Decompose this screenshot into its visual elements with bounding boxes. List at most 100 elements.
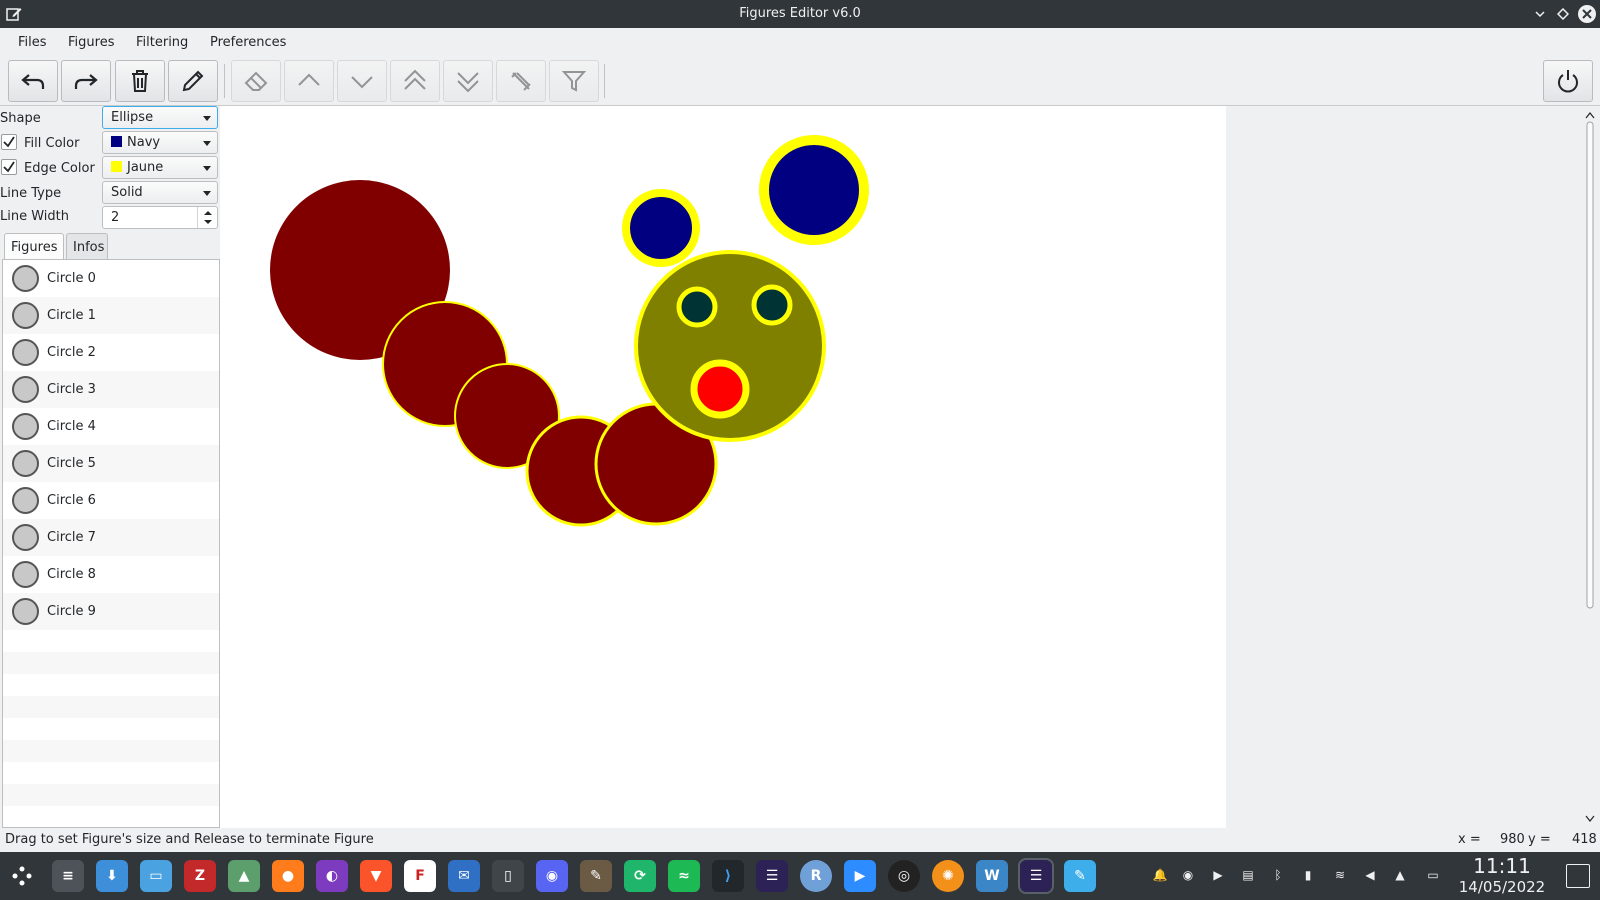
figure-circle-6[interactable] <box>622 189 700 267</box>
line-width-spinner[interactable]: 2 <box>102 206 218 229</box>
list-item[interactable]: Circle 6 <box>3 482 219 519</box>
tab-figures[interactable]: Figures <box>4 233 64 259</box>
edge-color-label: Edge Color <box>24 161 95 176</box>
list-item[interactable]: Circle 2 <box>3 334 219 371</box>
figure-circle-mouth[interactable] <box>690 359 750 419</box>
bluetooth-icon[interactable]: ᛒ <box>1270 868 1286 884</box>
redo-icon <box>74 74 98 89</box>
list-item[interactable]: Circle 0 <box>3 260 219 297</box>
drawing-canvas[interactable] <box>220 106 1226 828</box>
media-player-icon[interactable]: ▶ <box>1210 868 1226 884</box>
quit-button[interactable] <box>1543 60 1593 102</box>
firefox-icon[interactable]: ● <box>272 860 304 892</box>
shape-value: Ellipse <box>111 110 154 125</box>
checkmark-icon <box>3 161 15 173</box>
flashcards-icon[interactable]: F <box>404 860 436 892</box>
maximize-icon[interactable] <box>1554 5 1572 23</box>
orange-app-icon[interactable]: ✺ <box>932 860 964 892</box>
move-top-button[interactable] <box>390 60 440 102</box>
toolbar <box>0 56 1600 106</box>
circle-icon <box>12 413 39 440</box>
edit-button[interactable] <box>168 60 218 102</box>
list-item[interactable]: Circle 4 <box>3 408 219 445</box>
figure-circle-9[interactable] <box>751 284 793 326</box>
obs-icon[interactable]: ◎ <box>888 860 920 892</box>
image-viewer-icon[interactable]: ▲ <box>228 860 260 892</box>
list-item[interactable]: Circle 8 <box>3 556 219 593</box>
circle-icon <box>12 487 39 514</box>
zoom-icon[interactable]: ▶ <box>844 860 876 892</box>
edge-color-checkbox[interactable] <box>1 159 17 175</box>
r-icon[interactable]: R <box>800 860 832 892</box>
spotify-icon[interactable]: ≈ <box>668 860 700 892</box>
list-item[interactable]: Circle 7 <box>3 519 219 556</box>
clock[interactable]: 11:11 14/05/2022 <box>1454 855 1550 897</box>
fill-color-checkbox[interactable] <box>1 134 17 150</box>
tor-browser-icon[interactable]: ◐ <box>316 860 348 892</box>
volume-icon[interactable]: ◀ <box>1362 868 1378 884</box>
vscode-icon[interactable]: ⟩ <box>712 860 744 892</box>
spinner-buttons[interactable] <box>197 207 217 228</box>
sync-icon[interactable]: ⟳ <box>624 860 656 892</box>
shape-combo[interactable]: Ellipse <box>102 106 218 129</box>
tray-expand-icon[interactable]: ▲ <box>1392 868 1408 884</box>
line-width-value: 2 <box>111 210 120 225</box>
mail-icon[interactable]: ✉ <box>448 860 480 892</box>
eclipse-icon[interactable]: ☰ <box>756 860 788 892</box>
gimp-icon[interactable]: ✎ <box>580 860 612 892</box>
word-processor-icon[interactable]: W <box>976 860 1008 892</box>
system-settings-icon[interactable]: ≡ <box>52 860 84 892</box>
minimize-icon[interactable] <box>1531 5 1549 23</box>
close-icon[interactable] <box>1578 5 1596 23</box>
filezilla-icon[interactable]: Z <box>184 860 216 892</box>
undo-button[interactable] <box>8 60 58 102</box>
filter-button[interactable] <box>549 60 599 102</box>
circle-icon <box>12 339 39 366</box>
clipboard-icon[interactable]: ▤ <box>1240 868 1256 884</box>
brave-icon[interactable]: ▼ <box>360 860 392 892</box>
move-bottom-button[interactable] <box>443 60 493 102</box>
vertical-scrollbar[interactable] <box>1580 106 1600 828</box>
usb-device-icon[interactable]: ▮ <box>1300 868 1316 884</box>
figure-circle-7[interactable] <box>759 135 869 245</box>
figures-list: Circle 0 Circle 1 Circle 2 Circle 3 Circ… <box>2 259 220 828</box>
erase-button[interactable] <box>231 60 281 102</box>
notes-icon[interactable]: ▯ <box>492 860 524 892</box>
menu-preferences[interactable]: Preferences <box>210 35 286 50</box>
eclipse-active-icon[interactable]: ☰ <box>1018 858 1054 894</box>
discord-icon[interactable]: ◉ <box>536 860 568 892</box>
edge-color-combo[interactable]: Jaune <box>102 156 218 179</box>
battery-icon[interactable]: ▭ <box>1420 868 1446 884</box>
move-down-button[interactable] <box>337 60 387 102</box>
list-item[interactable]: Circle 5 <box>3 445 219 482</box>
list-item[interactable]: Circle 9 <box>3 593 219 630</box>
style-button[interactable] <box>496 60 546 102</box>
store-icon[interactable]: ⬇ <box>96 860 128 892</box>
menu-filtering[interactable]: Filtering <box>136 35 188 50</box>
list-item[interactable]: Circle 1 <box>3 297 219 334</box>
tab-infos[interactable]: Infos <box>66 233 108 259</box>
filter-icon <box>561 71 587 92</box>
figure-circle-8[interactable] <box>676 286 718 328</box>
redo-button[interactable] <box>61 60 111 102</box>
notifications-icon[interactable]: 🔔 <box>1152 868 1168 884</box>
dropdown-arrow-icon <box>203 141 211 146</box>
app-launcher-icon[interactable] <box>6 860 38 892</box>
file-manager-icon[interactable]: ▭ <box>140 860 172 892</box>
show-desktop-icon[interactable] <box>1566 864 1590 888</box>
status-bar: Drag to set Figure's size and Release to… <box>0 828 1600 852</box>
menu-figures[interactable]: Figures <box>68 35 114 50</box>
move-up-button[interactable] <box>284 60 334 102</box>
menu-files[interactable]: Files <box>18 35 47 50</box>
wifi-icon[interactable]: ≋ <box>1332 868 1348 884</box>
line-type-combo[interactable]: Solid <box>102 181 218 204</box>
list-item[interactable]: Circle 3 <box>3 371 219 408</box>
clock-date: 14/05/2022 <box>1458 878 1546 896</box>
window-title: Figures Editor v6.0 <box>739 6 861 21</box>
empty-row <box>3 740 219 762</box>
figures-editor-task-icon[interactable]: ✎ <box>1064 860 1096 892</box>
fill-color-combo[interactable]: Navy <box>102 131 218 154</box>
x-coord-value: 980 <box>1500 832 1525 847</box>
discord-tray-icon[interactable]: ◉ <box>1180 868 1196 884</box>
delete-button[interactable] <box>115 60 165 102</box>
